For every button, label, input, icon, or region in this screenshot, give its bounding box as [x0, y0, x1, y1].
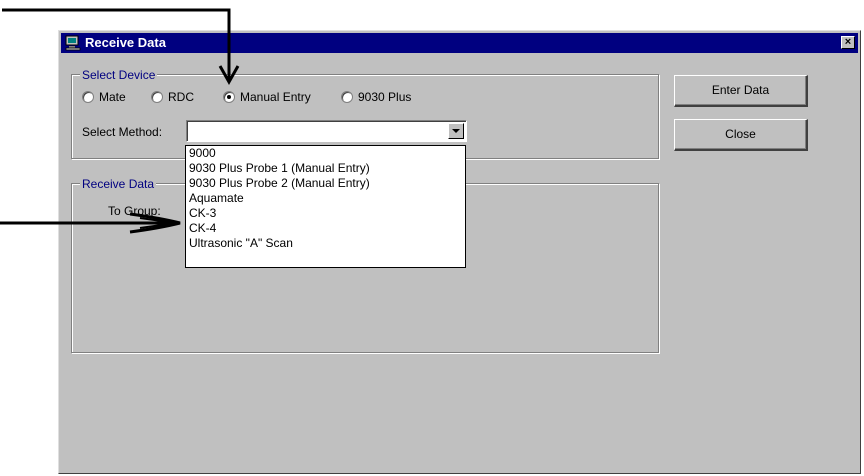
arrow-to-ck3 [0, 212, 181, 234]
arrow-to-manual-entry [2, 8, 240, 86]
annotation-arrows [0, 8, 240, 234]
